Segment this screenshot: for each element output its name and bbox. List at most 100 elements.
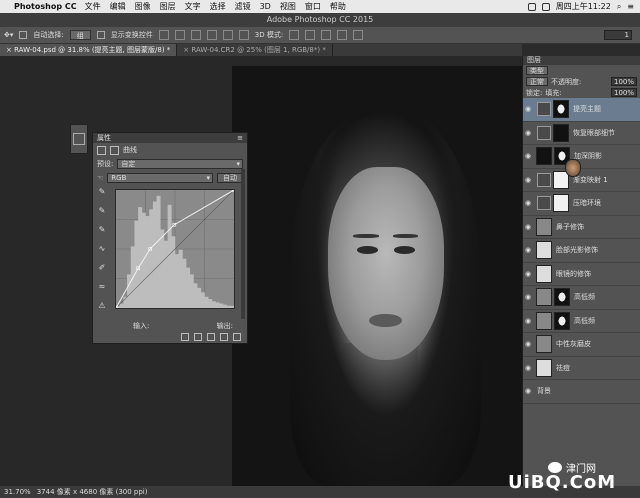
curve-point-icon[interactable]: ∿	[97, 244, 107, 254]
visibility-eye-icon[interactable]: ◉	[523, 270, 533, 278]
layer-thumbnail[interactable]	[536, 147, 552, 166]
layer-thumbnail[interactable]	[564, 159, 581, 178]
reset-icon[interactable]	[207, 333, 215, 341]
layer-mask-thumbnail[interactable]	[554, 311, 570, 330]
3d-roll-button[interactable]	[305, 30, 316, 40]
layer-thumbnail[interactable]	[536, 358, 552, 377]
visibility-eye-icon[interactable]: ◉	[523, 129, 533, 137]
layer-thumbnail[interactable]	[536, 241, 552, 260]
3d-slide-button[interactable]	[337, 30, 348, 40]
tab-raw04-psd[interactable]: × RAW-04.psd @ 31.8% (提亮主题, 图层蒙版/8) *	[0, 44, 178, 56]
layer-row[interactable]: ◉ 高低频	[523, 286, 640, 310]
visibility-eye-icon[interactable]: ◉	[523, 293, 533, 301]
menu-image[interactable]: 图像	[135, 1, 151, 12]
layer-row[interactable]: ◉ 提亮主题	[523, 98, 640, 122]
layer-mask-thumbnail[interactable]	[553, 194, 569, 213]
layer-row[interactable]: ◉ 背景	[523, 159, 640, 404]
white-eyedropper-icon[interactable]: ✎	[97, 225, 107, 235]
align-middle-button[interactable]	[174, 30, 185, 40]
menu-file[interactable]: 文件	[85, 1, 101, 12]
layer-row[interactable]: ◉ 渐变映射 1	[523, 169, 640, 192]
curves-graph[interactable]	[115, 189, 235, 309]
layer-mask-thumbnail[interactable]	[553, 100, 569, 119]
panel-menu-icon[interactable]: ≡	[237, 133, 247, 143]
visibility-eye-icon[interactable]: ◉	[523, 152, 533, 160]
visibility-eye-icon[interactable]: ◉	[523, 340, 533, 348]
layer-thumbnail[interactable]	[536, 288, 552, 307]
panel-scrollbar[interactable]	[241, 169, 245, 319]
visibility-eye-icon[interactable]: ◉	[523, 246, 533, 254]
menu-view[interactable]: 视图	[280, 1, 296, 12]
move-tool-icon[interactable]: ✥▾	[4, 31, 13, 39]
hand-icon[interactable]: ☜	[97, 174, 103, 182]
canvas-area[interactable]	[0, 56, 522, 486]
layers-title[interactable]: 图层	[523, 56, 640, 65]
layer-row[interactable]: ◉ 高低频	[523, 310, 640, 333]
properties-header[interactable]: 属性 ≡	[93, 133, 247, 143]
curves-adjust-icon[interactable]	[537, 196, 551, 211]
smooth-icon[interactable]: ≈	[97, 282, 107, 292]
align-center-button[interactable]	[222, 30, 233, 40]
layer-row[interactable]: ◉ 鼻子修饰	[523, 216, 640, 239]
battery-icon[interactable]	[541, 2, 550, 11]
layer-row[interactable]: ◉ 压暗环境	[523, 192, 640, 216]
workspace-field[interactable]: 1	[604, 30, 632, 40]
layer-thumbnail[interactable]	[536, 335, 552, 354]
align-right-button[interactable]	[238, 30, 249, 40]
gradient-adjust-icon[interactable]	[537, 172, 551, 187]
layer-mask-thumbnail[interactable]	[554, 288, 570, 307]
menu-select[interactable]: 选择	[210, 1, 226, 12]
menu-layer[interactable]: 图层	[160, 1, 176, 12]
layer-thumbnail[interactable]	[536, 217, 552, 236]
gray-eyedropper-icon[interactable]: ✎	[97, 206, 107, 216]
pencil-icon[interactable]: ✐	[97, 263, 107, 273]
menu-type[interactable]: 文字	[185, 1, 201, 12]
curves-adjust-icon[interactable]	[97, 145, 106, 155]
zoom-value[interactable]: 31.70%	[4, 486, 31, 498]
fill-field[interactable]: 100%	[610, 88, 637, 97]
visibility-eye-icon[interactable]: ◉	[523, 364, 533, 372]
menu-window[interactable]: 窗口	[305, 1, 321, 12]
visibility-eye-icon[interactable]: ◉	[523, 387, 533, 395]
blend-mode-dropdown[interactable]: 正常	[526, 77, 548, 86]
black-eyedropper-icon[interactable]: ✎	[97, 187, 107, 197]
auto-select-dropdown[interactable]: 组	[69, 30, 91, 40]
layer-row[interactable]: ◉ 祛痘	[523, 357, 640, 380]
show-transform-checkbox[interactable]	[96, 31, 105, 39]
layer-row[interactable]: ◉ 中性灰磨皮	[523, 333, 640, 357]
visibility-icon[interactable]	[220, 333, 228, 341]
clip-to-layer-icon[interactable]	[181, 333, 189, 341]
align-top-button[interactable]	[158, 30, 169, 40]
portrait-photo[interactable]	[232, 66, 522, 486]
visibility-eye-icon[interactable]: ◉	[523, 199, 533, 207]
menu-help[interactable]: 帮助	[330, 1, 346, 12]
3d-scale-button[interactable]	[353, 30, 364, 40]
layer-thumbnail[interactable]	[536, 311, 552, 330]
layer-row[interactable]: ◉ 恢复眼部细节	[523, 122, 640, 145]
layer-row[interactable]: ◉ 眼镜的修饰	[523, 263, 640, 286]
channel-dropdown[interactable]: RGB	[107, 173, 213, 183]
delete-icon[interactable]	[233, 333, 241, 341]
mask-icon[interactable]	[110, 145, 119, 155]
warning-icon[interactable]: ⚠	[97, 301, 107, 311]
visibility-eye-icon[interactable]: ◉	[523, 223, 533, 231]
tab-raw04-cr2[interactable]: × RAW-04.CR2 @ 25% (图层 1, RGB/8*) *	[177, 44, 333, 56]
layer-thumbnail[interactable]	[536, 264, 552, 283]
levels-adjust-icon[interactable]	[537, 125, 551, 140]
wifi-icon[interactable]	[527, 2, 536, 11]
search-icon[interactable]: ⌕	[617, 2, 621, 12]
panel-icon[interactable]	[73, 133, 85, 145]
visibility-eye-icon[interactable]: ◉	[523, 317, 533, 325]
auto-button[interactable]: 自动	[217, 173, 243, 183]
align-left-button[interactable]	[206, 30, 217, 40]
menu-edit[interactable]: 编辑	[110, 1, 126, 12]
3d-rotate-button[interactable]	[289, 30, 300, 40]
layer-row[interactable]: ◉ 加深阴影	[523, 145, 640, 169]
app-menu[interactable]: Photoshop CC	[14, 2, 77, 11]
clock[interactable]: 周四上午11:22	[556, 1, 611, 12]
menu-filter[interactable]: 滤镜	[235, 1, 251, 12]
menu-3d[interactable]: 3D	[260, 2, 271, 11]
collapsed-panel[interactable]	[70, 124, 88, 154]
layer-mask-thumbnail[interactable]	[553, 123, 569, 142]
visibility-eye-icon[interactable]: ◉	[523, 176, 533, 184]
